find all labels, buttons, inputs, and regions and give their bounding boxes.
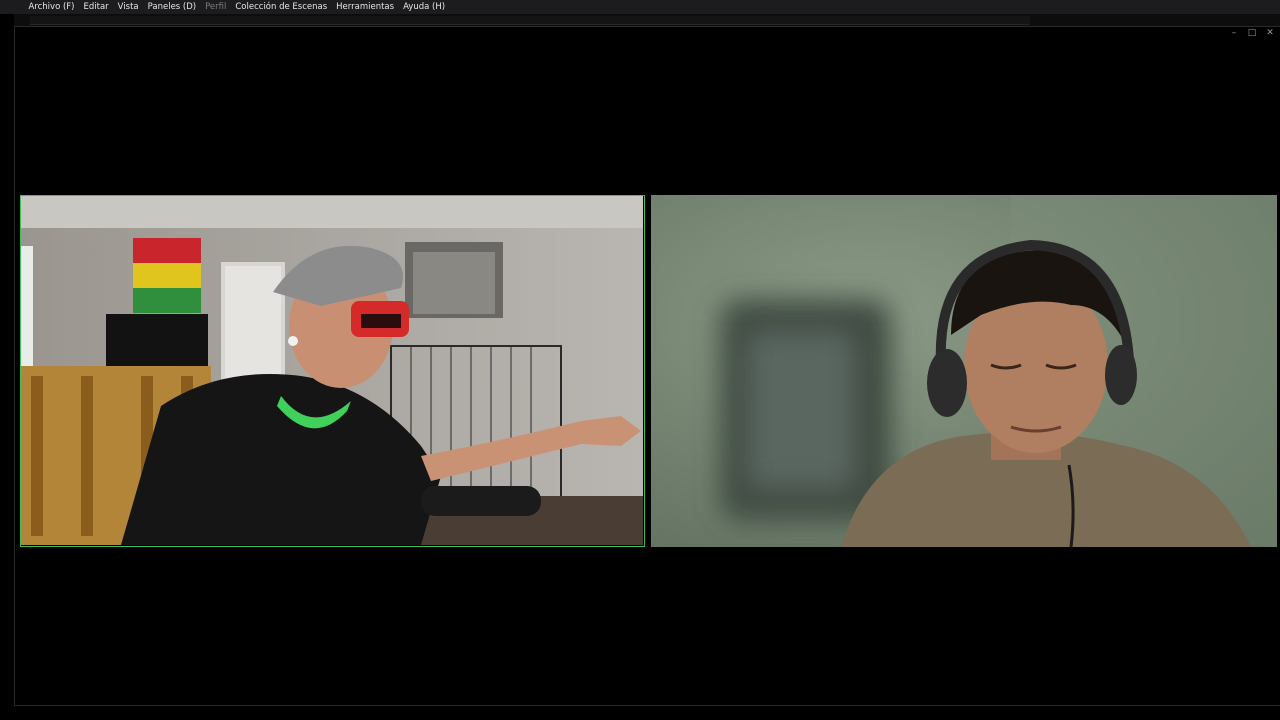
menu-ayuda[interactable]: Ayuda (H)	[399, 0, 450, 14]
menu-coleccion-de-escenas[interactable]: Colección de Escenas	[231, 0, 332, 14]
close-icon[interactable]: ✕	[1264, 27, 1276, 39]
minimize-icon[interactable]: –	[1228, 27, 1240, 39]
menu-bar: Archivo (F) Editar Vista Paneles (D) Per…	[0, 0, 1280, 14]
menu-herramientas[interactable]: Herramientas	[332, 0, 399, 14]
video-tile-left-participant[interactable]	[20, 195, 645, 547]
menu-editar[interactable]: Editar	[79, 0, 113, 14]
menu-paneles[interactable]: Paneles (D)	[143, 0, 200, 14]
menu-archivo[interactable]: Archivo (F)	[24, 0, 79, 14]
video-tile-right-participant[interactable]	[651, 195, 1277, 547]
menu-perfil[interactable]: Perfil	[201, 0, 231, 14]
window-controls: – □ ✕	[1228, 27, 1276, 39]
dock-toolbar-strip	[14, 14, 1280, 26]
video-feed-left	[21, 196, 643, 545]
video-feed-right	[651, 195, 1277, 547]
menu-vista[interactable]: Vista	[113, 0, 143, 14]
dock-toolbar-inner	[30, 16, 1030, 25]
maximize-icon[interactable]: □	[1246, 27, 1258, 39]
